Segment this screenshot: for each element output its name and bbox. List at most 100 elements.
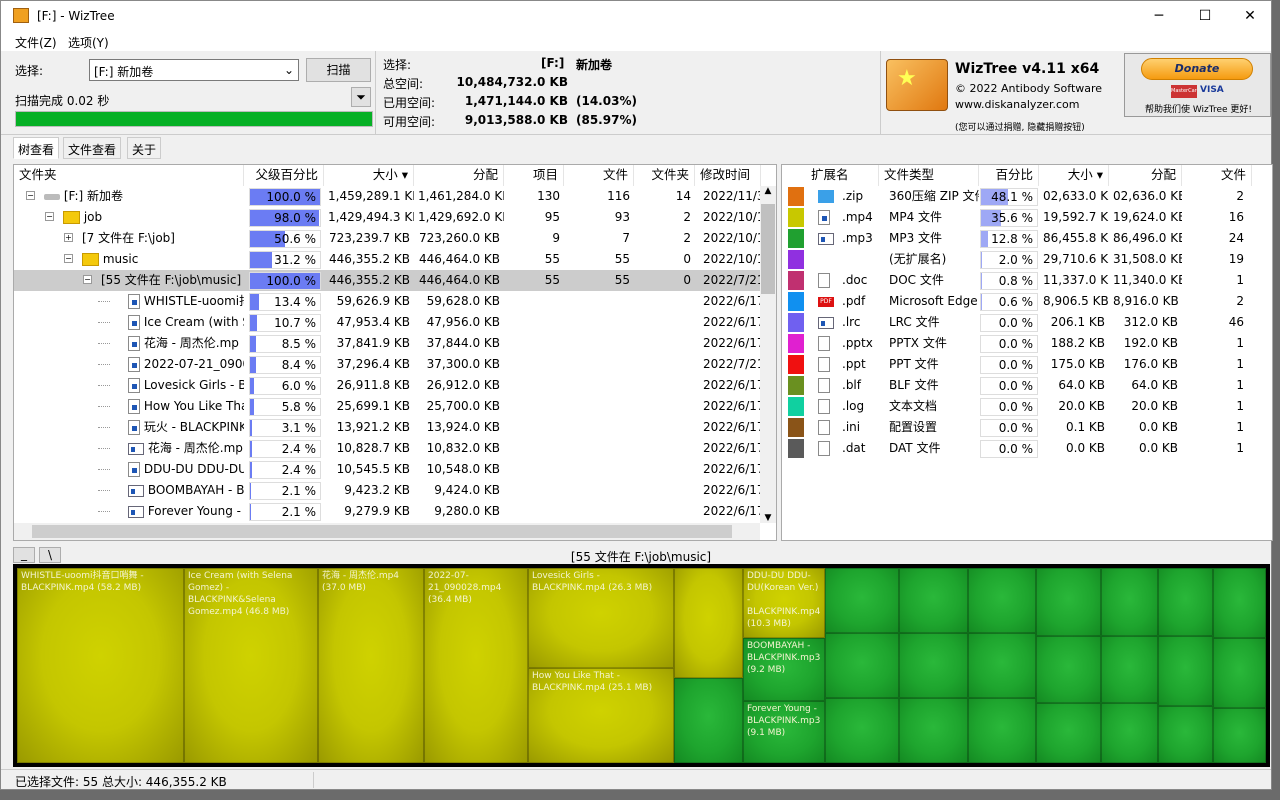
treemap-block[interactable] — [1101, 703, 1158, 763]
treemap-up-button[interactable]: _ — [13, 547, 35, 563]
tree-col-header[interactable]: 文件 — [564, 165, 634, 186]
treemap-block[interactable] — [899, 698, 968, 763]
tree-row[interactable]: Ice Cream (with Se 10.7 % 47,953.4 KB 47,95… — [14, 312, 760, 333]
ext-row[interactable]: .mp3 MP3 文件 12.8 % 86,455.8 KB 86,496.0 … — [782, 228, 1272, 249]
menu-options[interactable]: 选项(Y) — [68, 34, 109, 51]
ext-col-header[interactable]: 分配 — [1109, 165, 1182, 186]
tree-row[interactable]: − [F:] 新加卷 100.0 % 1,459,289.1 KB 1,461,284… — [14, 186, 760, 207]
tab-tree-view[interactable]: 树查看 — [13, 137, 60, 159]
treemap-block[interactable] — [674, 568, 743, 678]
treemap-block[interactable] — [674, 678, 743, 763]
ext-row[interactable]: (无扩展名) 2.0 % 29,710.6 KB 31,508.0 KB 19 — [782, 249, 1272, 270]
tree-col-header[interactable]: 修改时间 — [695, 165, 761, 186]
treemap-block[interactable]: How You Like That - BLACKPINK.mp4 (25.1 … — [528, 668, 674, 763]
treemap-block[interactable]: WHISTLE-uoomi抖音口哨舞 - BLACKPINK.mp4 (58.2… — [17, 568, 184, 763]
treemap-block[interactable]: Lovesick Girls - BLACKPINK.mp4 (26.3 MB) — [528, 568, 674, 668]
treemap[interactable]: WHISTLE-uoomi抖音口哨舞 - BLACKPINK.mp4 (58.2… — [13, 564, 1270, 767]
close-button[interactable]: ✕ — [1227, 1, 1273, 31]
expand-toggle[interactable]: + — [64, 233, 73, 242]
tree-row[interactable]: 玩火 - BLACKPINK 3.1 % 13,921.2 KB 13,924.0 K… — [14, 417, 760, 438]
tree-row[interactable]: DDU-DU DDU-DU(2.4 % 10,545.5 KB 10,548.0 K… — [14, 459, 760, 480]
collapse-toggle[interactable]: − — [45, 212, 54, 221]
treemap-block[interactable]: DDU-DU DDU-DU(Korean Ver.) - BLACKPINK.m… — [743, 568, 825, 638]
treemap-root-button[interactable]: \ — [39, 547, 61, 563]
tree-hscrollbar[interactable] — [14, 523, 760, 540]
treemap-block[interactable]: 2022-07-21_090028.mp4 (36.4 MB) — [424, 568, 528, 763]
treemap-block[interactable] — [825, 698, 899, 763]
tree-col-header[interactable]: 分配 — [414, 165, 504, 186]
drive-select[interactable]: [F:] 新加卷 ⌄ — [89, 59, 299, 81]
ext-col-header[interactable]: 扩展名 — [806, 165, 879, 186]
ext-row[interactable]: .lrc LRC 文件 0.0 % 206.1 KB 312.0 KB 46 — [782, 312, 1272, 333]
treemap-block[interactable] — [1101, 568, 1158, 636]
tree-row[interactable]: 花海 - 周杰伦.mp 2.4 % 10,828.7 KB 10,832.0 KB 20… — [14, 438, 760, 459]
collapse-toggle[interactable]: − — [64, 254, 73, 263]
treemap-block[interactable] — [1101, 636, 1158, 703]
ext-row[interactable]: .doc DOC 文件 0.8 % 11,337.0 KB 11,340.0 K… — [782, 270, 1272, 291]
treemap-block[interactable]: 花海 - 周杰伦.mp4 (37.0 MB) — [318, 568, 424, 763]
donate-button[interactable]: Donate — [1141, 58, 1253, 80]
tab-about[interactable]: 关于 — [127, 137, 162, 159]
treemap-block[interactable] — [1036, 703, 1101, 763]
tree-col-header[interactable]: 大小 ▾ — [324, 165, 414, 186]
treemap-block[interactable] — [1213, 568, 1266, 638]
menu-file[interactable]: 文件(Z) — [15, 34, 57, 51]
about-url[interactable]: www.diskanalyzer.com — [955, 98, 1080, 111]
scroll-thumb[interactable] — [761, 204, 775, 294]
treemap-block[interactable] — [1213, 638, 1266, 708]
treemap-block[interactable] — [825, 633, 899, 698]
tree-row[interactable]: − music 31.2 % 446,355.2 KB 446,464.0 KB 55 5… — [14, 249, 760, 270]
treemap-block[interactable] — [1213, 708, 1266, 763]
treemap-block[interactable]: Forever Young - BLACKPINK.mp3 (9.1 MB) — [743, 701, 825, 763]
tree-row[interactable]: 2022-07-21_090028 8.4 % 37,296.4 KB 37,300.… — [14, 354, 760, 375]
treemap-block[interactable] — [1158, 706, 1213, 763]
collapse-toggle[interactable]: − — [26, 191, 35, 200]
hscroll-thumb[interactable] — [32, 525, 732, 538]
treemap-block[interactable] — [1036, 636, 1101, 703]
tree-row[interactable]: WHISTLE-uoomi抖 13.4 % 59,626.9 KB 59,628.0 … — [14, 291, 760, 312]
scan-button[interactable]: 扫描 — [306, 58, 371, 82]
treemap-block[interactable]: BOOMBAYAH - BLACKPINK.mp3 (9.2 MB) — [743, 638, 825, 701]
treemap-block[interactable] — [1036, 568, 1101, 636]
filter-button[interactable]: ⏷ — [351, 87, 371, 107]
collapse-toggle[interactable]: − — [83, 275, 92, 284]
tree-row[interactable]: How You Like That 5.8 % 25,699.1 KB 25,700.… — [14, 396, 760, 417]
tree-row[interactable]: Forever Young - BL 2.1 % 9,279.9 KB 9,280.0… — [14, 501, 760, 522]
treemap-block[interactable] — [968, 633, 1036, 698]
treemap-block[interactable] — [825, 568, 899, 633]
ext-col-header[interactable]: 大小 ▾ — [1039, 165, 1109, 186]
treemap-block[interactable] — [968, 568, 1036, 633]
tree-col-header[interactable]: 父级百分比 — [244, 165, 324, 186]
ext-row[interactable]: .mp4 MP4 文件 35.6 % 19,592.7 KB 19,624.0 … — [782, 207, 1272, 228]
treemap-block[interactable] — [899, 568, 968, 633]
tree-row[interactable]: − job 98.0 % 1,429,494.3 KB 1,429,692.0 KB 9… — [14, 207, 760, 228]
tree-row[interactable]: − [55 文件在 F:\job\music] 100.0 % 446,355.2 K… — [14, 270, 760, 291]
tree-row[interactable]: Lovesick Girls - BL 6.0 % 26,911.8 KB 26,91… — [14, 375, 760, 396]
ext-col-header[interactable]: 百分比 — [979, 165, 1039, 186]
ext-row[interactable]: .zip 360压缩 ZIP 文件 48.1 % 02,633.0 KB 02,… — [782, 186, 1272, 207]
tree-row[interactable]: BOOMBAYAH - BL 2.1 % 9,423.2 KB 9,424.0 KB 2… — [14, 480, 760, 501]
treemap-block[interactable] — [1158, 568, 1213, 636]
ext-col-header[interactable]: 文件 — [1182, 165, 1252, 186]
treemap-block[interactable] — [968, 698, 1036, 763]
minimize-button[interactable]: ─ — [1136, 1, 1182, 31]
maximize-button[interactable]: ☐ — [1182, 1, 1228, 31]
tree-row[interactable]: 花海 - 周杰伦.mp 8.5 % 37,841.9 KB 37,844.0 KB 20… — [14, 333, 760, 354]
tree-vscrollbar[interactable]: ▲ ▼ — [760, 186, 776, 523]
treemap-block[interactable]: Ice Cream (with Selena Gomez) - BLACKPIN… — [184, 568, 318, 763]
ext-row[interactable]: .blf BLF 文件 0.0 % 64.0 KB 64.0 KB 1 — [782, 375, 1272, 396]
ext-col-header[interactable]: 文件类型 — [879, 165, 979, 186]
tab-file-view[interactable]: 文件查看 — [63, 137, 122, 159]
scroll-down-icon[interactable]: ▼ — [760, 513, 776, 523]
tree-col-header[interactable]: 文件夹 — [634, 165, 695, 186]
ext-row[interactable]: .log 文本文档 0.0 % 20.0 KB 20.0 KB 1 — [782, 396, 1272, 417]
ext-row[interactable]: PDF .pdf Microsoft Edge PDF 0.6 % 8,906.… — [782, 291, 1272, 312]
ext-row[interactable]: .pptx PPTX 文件 0.0 % 188.2 KB 192.0 KB 1 — [782, 333, 1272, 354]
scroll-up-icon[interactable]: ▲ — [760, 186, 776, 196]
tree-col-header[interactable]: 文件夹 — [14, 165, 244, 186]
treemap-block[interactable] — [1158, 636, 1213, 706]
ext-row[interactable]: .dat DAT 文件 0.0 % 0.0 KB 0.0 KB 1 — [782, 438, 1272, 459]
ext-row[interactable]: .ppt PPT 文件 0.0 % 175.0 KB 176.0 KB 1 — [782, 354, 1272, 375]
treemap-block[interactable] — [899, 633, 968, 698]
ext-row[interactable]: .ini 配置设置 0.0 % 0.1 KB 0.0 KB 1 — [782, 417, 1272, 438]
